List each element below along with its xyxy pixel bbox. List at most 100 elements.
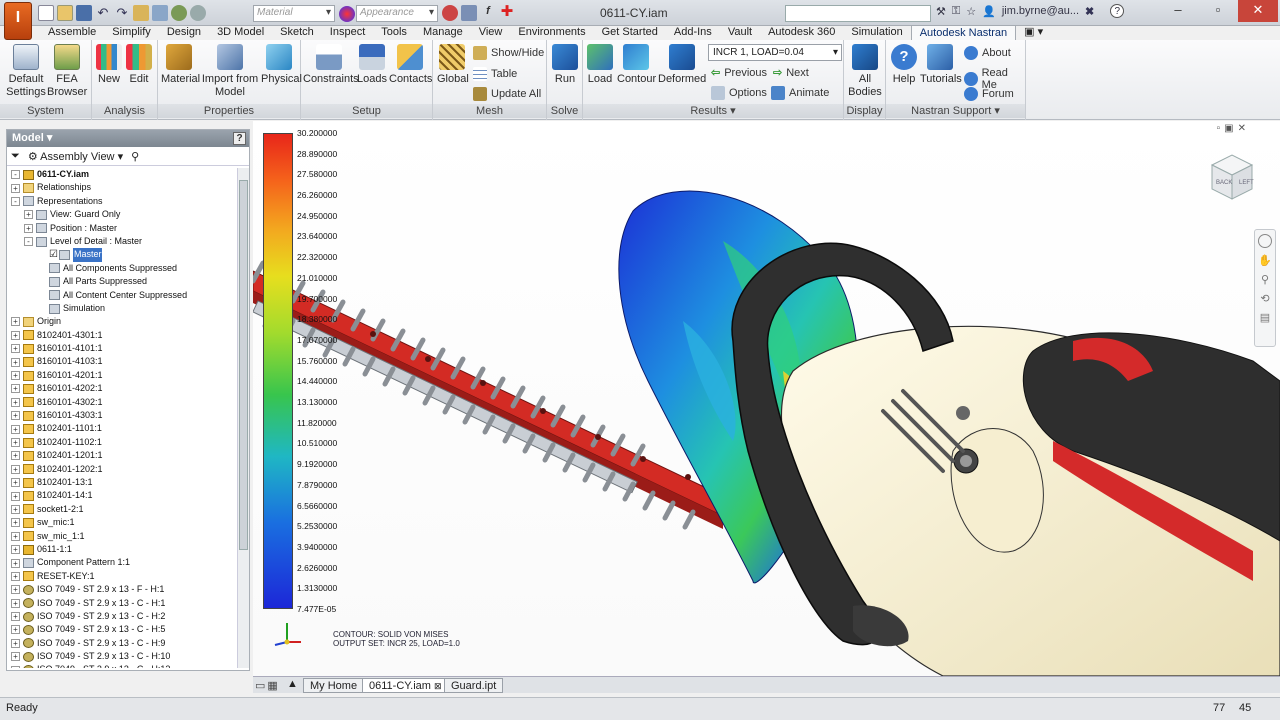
tree-node[interactable]: +8102401-1201:1 (7, 449, 237, 462)
tab-autodesk-360[interactable]: Autodesk 360 (760, 25, 843, 40)
expand-toggle-icon[interactable]: + (11, 317, 20, 327)
tree-node[interactable]: + ISO 7049 - ST 2.9 x 13 - C - H:10 (7, 650, 237, 663)
tab-simulation[interactable]: Simulation (843, 25, 910, 40)
help-icon[interactable]: ? (1110, 4, 1125, 18)
tree-node[interactable]: + Origin (7, 315, 237, 328)
tutorials-button[interactable]: Tutorials (920, 44, 962, 86)
expand-toggle-icon[interactable]: + (11, 491, 20, 501)
panel-label-nastran-support[interactable]: Nastran Support ▾ (886, 104, 1025, 118)
tree-node[interactable]: + sw_mic_1:1 (7, 530, 237, 543)
mesh-table-button[interactable]: Table (473, 67, 517, 81)
tab-autodesk-nastran[interactable]: Autodesk Nastran (910, 25, 1017, 40)
globe-icon[interactable] (190, 5, 206, 21)
tree-node[interactable]: +8102401-1101:1 (7, 422, 237, 435)
view-cube[interactable]: BACK LEFT (1208, 151, 1256, 201)
tree-node[interactable]: All Parts Suppressed (7, 275, 237, 288)
tree-node[interactable]: + Component Pattern 1:1 (7, 556, 237, 569)
maximize-button[interactable]: ▫ (1198, 0, 1238, 22)
tree-node[interactable]: + Relationships (7, 181, 237, 194)
expand-toggle-icon[interactable]: + (11, 652, 20, 662)
orbit-icon[interactable]: ⟲ (1255, 290, 1275, 309)
zoom-icon[interactable]: ⚲ (1255, 271, 1275, 290)
tab-3d-model[interactable]: 3D Model (209, 25, 272, 40)
open-icon[interactable] (57, 5, 73, 21)
expand-toggle-icon[interactable]: + (24, 223, 33, 233)
pan-icon[interactable]: ✋ (1255, 252, 1275, 271)
tree-node[interactable]: +8102401-4301:1 (7, 329, 237, 342)
tab-menu-icon[interactable]: ▲ (287, 678, 298, 690)
tree-node[interactable]: +8102401-14:1 (7, 489, 237, 502)
expand-toggle-icon[interactable]: + (11, 531, 20, 541)
tab-environments[interactable]: Environments (510, 25, 593, 40)
tree-node[interactable]: +8160101-4201:1 (7, 369, 237, 382)
steering-wheel-icon[interactable] (1258, 234, 1272, 248)
tree-node[interactable]: +8102401-1202:1 (7, 463, 237, 476)
expand-toggle-icon[interactable]: + (11, 518, 20, 528)
expand-toggle-icon[interactable]: + (11, 478, 20, 488)
constraints-button[interactable]: Constraints (303, 44, 359, 86)
exchange-icon[interactable]: ✖ (1085, 5, 1094, 18)
previous-button[interactable]: ⇦ Previous (711, 66, 767, 80)
tree-node[interactable]: +8160101-4202:1 (7, 382, 237, 395)
ribbon-display-options[interactable]: ▣ ▾ (1016, 25, 1051, 40)
tree-node[interactable]: + ISO 7049 - ST 2.9 x 13 - C - H:5 (7, 623, 237, 636)
tree-node[interactable]: + RESET-KEY:1 (7, 570, 237, 583)
expand-toggle-icon[interactable]: + (11, 598, 20, 608)
browser-header[interactable]: Model ▾? (7, 130, 249, 147)
tab-design[interactable]: Design (159, 25, 209, 40)
close-tab-icon[interactable]: ⊠ (434, 681, 442, 691)
expand-toggle-icon[interactable]: + (11, 183, 20, 193)
update-all-button[interactable]: Update All (473, 87, 541, 101)
assembly-view-select[interactable]: ⚙ Assembly View ▾ (28, 150, 123, 163)
tree-node[interactable]: All Components Suppressed (7, 262, 237, 275)
viewport-window-controls[interactable]: ▫▣✕ (1217, 123, 1250, 134)
expand-toggle-icon[interactable]: + (11, 585, 20, 595)
tree-node[interactable]: +8102401-1102:1 (7, 436, 237, 449)
tree-node[interactable]: +8160101-4103:1 (7, 355, 237, 368)
expand-toggle-icon[interactable]: + (11, 330, 20, 340)
new-icon[interactable] (38, 5, 54, 21)
doc-tab-0611-cy[interactable]: 0611-CY.iam ⊠ (362, 678, 449, 693)
expand-toggle-icon[interactable]: + (11, 424, 20, 434)
tree-node[interactable]: + ISO 7049 - ST 2.9 x 13 - C - H:2 (7, 610, 237, 623)
options-button[interactable]: Options (711, 86, 767, 100)
tree-node[interactable]: ☑ Master (7, 248, 237, 262)
tree-node[interactable]: + ISO 7049 - ST 2.9 x 13 - C - H:9 (7, 637, 237, 650)
fea-browser-button[interactable]: FEA Browser (47, 44, 87, 99)
tree-node[interactable]: Simulation (7, 302, 237, 315)
expand-toggle-icon[interactable]: - (11, 196, 20, 206)
default-settings-button[interactable]: Default Settings (6, 44, 46, 99)
user-icon[interactable]: 👤 (982, 5, 996, 18)
tree-node[interactable]: + ISO 7049 - ST 2.9 x 13 - C - H:12 (7, 663, 237, 668)
show-hide-button[interactable]: Show/Hide (473, 46, 544, 60)
new-analysis-button[interactable]: New (96, 44, 122, 86)
update-icon[interactable] (171, 5, 187, 21)
expand-toggle-icon[interactable]: + (11, 625, 20, 635)
add-icon[interactable]: ✚ (499, 4, 515, 21)
select-icon[interactable] (152, 5, 168, 21)
project-icon[interactable] (133, 5, 149, 21)
global-mesh-button[interactable]: Global (437, 44, 469, 86)
expand-toggle-icon[interactable]: + (11, 451, 20, 461)
forum-button[interactable]: Forum (964, 87, 1014, 101)
expand-toggle-icon[interactable]: + (11, 397, 20, 407)
redo-icon[interactable]: ↷ (114, 5, 130, 21)
tab-tools[interactable]: Tools (373, 25, 415, 40)
tree-node[interactable]: +8102401-13:1 (7, 476, 237, 489)
expand-toggle-icon[interactable]: + (11, 464, 20, 474)
tab-layout-icons[interactable]: ▭▦ (255, 679, 280, 692)
tab-assemble[interactable]: Assemble (40, 25, 104, 40)
expand-toggle-icon[interactable]: + (24, 210, 33, 220)
application-menu-button[interactable]: I (4, 2, 32, 40)
tab-add-ins[interactable]: Add-Ins (666, 25, 720, 40)
tree-node[interactable]: +8160101-4101:1 (7, 342, 237, 355)
next-button[interactable]: ⇨ Next (773, 66, 809, 80)
expand-toggle-icon[interactable]: + (11, 344, 20, 354)
deformed-button[interactable]: Deformed (658, 44, 706, 86)
tree-node[interactable]: + View: Guard Only (7, 208, 237, 221)
expand-toggle-icon[interactable]: - (11, 170, 20, 180)
filter-icon[interactable]: ⏷ (11, 150, 20, 163)
save-icon[interactable] (76, 5, 92, 21)
expand-toggle-icon[interactable]: + (11, 665, 20, 668)
browser-help-icon[interactable]: ? (233, 132, 246, 145)
